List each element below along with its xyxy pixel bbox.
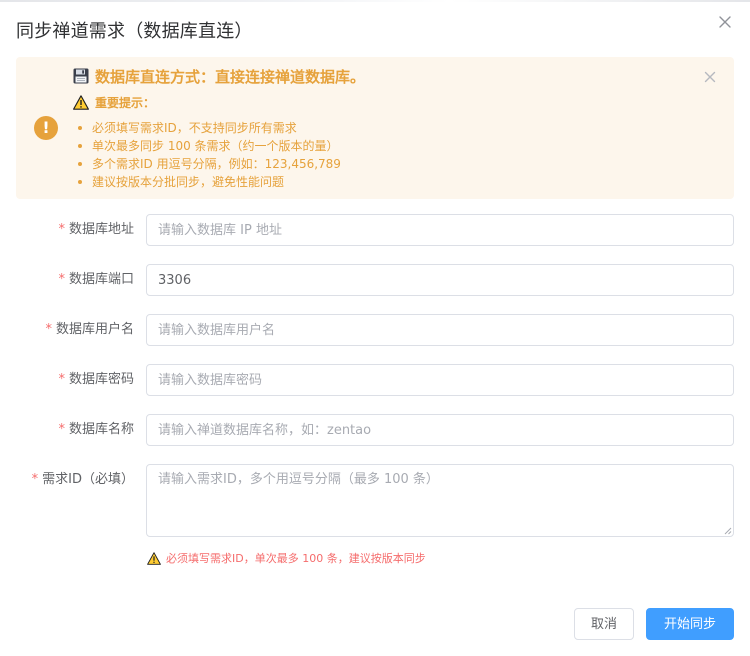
dialog-title: 同步禅道需求（数据库直连） <box>16 21 253 42</box>
sync-dialog: 同步禅道需求（数据库直连） ! 数据库直连方式：直接连接禅道数据库。 重要提示：… <box>0 0 750 656</box>
db-password-input[interactable] <box>146 364 734 396</box>
alert-list-item: 单次最多同步 100 条需求（约一个版本的量） <box>76 137 341 155</box>
required-mark: * <box>58 372 65 387</box>
dialog-close-icon[interactable] <box>716 13 734 31</box>
req-ids-textarea[interactable] <box>146 464 734 537</box>
alert-list-item: 多个需求ID 用逗号分隔，例如：123,456,789 <box>76 155 341 173</box>
req-ids-label-text: 需求ID（必填） <box>42 472 134 487</box>
alert-subtitle-text: 重要提示： <box>95 95 156 110</box>
alert-subtitle: 重要提示： <box>73 94 155 110</box>
db-host-input[interactable] <box>146 214 734 246</box>
warning-triangle-icon <box>147 551 161 565</box>
alert-list-item: 建议按版本分批同步，避免性能问题 <box>76 173 341 191</box>
db-user-label-text: 数据库用户名 <box>55 322 134 337</box>
db-user-input[interactable] <box>146 314 734 346</box>
dialog-top-edge <box>0 0 750 2</box>
required-mark: * <box>58 222 65 237</box>
db-port-label: * 数据库端口 <box>58 264 134 296</box>
required-mark: * <box>31 472 39 487</box>
required-mark: * <box>58 272 65 287</box>
alert-list-item: 必须填写需求ID，不支持同步所有需求 <box>76 119 341 137</box>
db-password-label-text: 数据库密码 <box>68 372 134 387</box>
alert-title: 数据库直连方式：直接连接禅道数据库。 <box>73 66 365 86</box>
db-password-label: * 数据库密码 <box>58 364 134 396</box>
warning-triangle-icon <box>73 94 89 110</box>
db-port-input[interactable] <box>146 264 734 296</box>
db-name-label-text: 数据库名称 <box>68 422 134 437</box>
alert-close-icon[interactable] <box>704 71 716 83</box>
db-host-label-text: 数据库地址 <box>68 222 134 237</box>
db-user-label: * 数据库用户名 <box>45 314 134 346</box>
req-ids-label: * 需求ID（必填） <box>32 464 134 496</box>
db-name-input[interactable] <box>146 414 734 446</box>
cancel-button[interactable]: 取消 <box>574 608 634 640</box>
floppy-disk-icon <box>73 68 89 84</box>
start-sync-button[interactable]: 开始同步 <box>646 608 734 640</box>
db-host-label: * 数据库地址 <box>58 214 134 246</box>
alert-title-text: 数据库直连方式：直接连接禅道数据库。 <box>95 67 366 86</box>
db-name-label: * 数据库名称 <box>58 414 134 446</box>
alert-list: 必须填写需求ID，不支持同步所有需求 单次最多同步 100 条需求（约一个版本的… <box>76 119 341 191</box>
form-hint: 必须填写需求ID，单次最多 100 条，建议按版本同步 <box>147 550 426 566</box>
form-hint-text: 必须填写需求ID，单次最多 100 条，建议按版本同步 <box>166 552 426 565</box>
required-mark: * <box>45 322 52 337</box>
db-port-label-text: 数据库端口 <box>68 272 134 287</box>
resize-grip-icon[interactable] <box>724 527 732 535</box>
warning-alert: ! 数据库直连方式：直接连接禅道数据库。 重要提示： 必须填写需求ID，不支持同… <box>16 57 734 199</box>
exclamation-circle-icon: ! <box>34 116 58 140</box>
required-mark: * <box>58 422 65 437</box>
